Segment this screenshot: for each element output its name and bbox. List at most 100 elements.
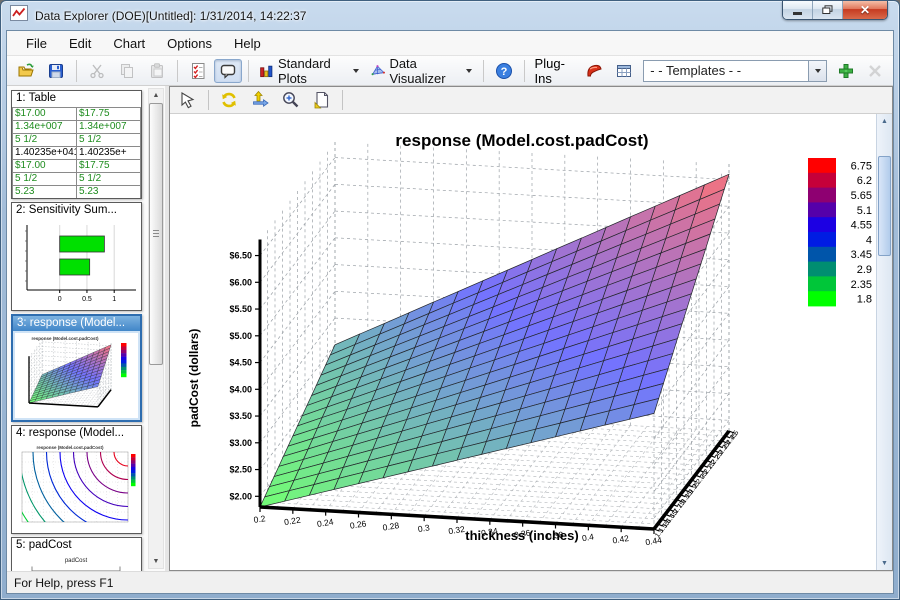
window-title: Data Explorer (DOE)[Untitled]: 1/31/2014… [35, 9, 306, 23]
plugin-window-icon [615, 62, 633, 80]
plugin-button[interactable] [580, 59, 608, 83]
validate-button[interactable] [184, 59, 212, 83]
scroll-up-icon[interactable]: ▲ [877, 114, 892, 128]
surface-plot-svg[interactable]: $2.00$2.50$3.00$3.50$4.00$4.50$5.00$5.50… [170, 116, 876, 568]
plugin-icon [585, 62, 603, 80]
pointer-tool-button[interactable] [175, 89, 201, 112]
thumbnail-card-sensitivity[interactable]: 2: Sensitivity Sum... 00.51 [11, 202, 142, 311]
templates-value: - - Templates - - [644, 63, 808, 78]
table-row: $17.00$17.75 [13, 108, 141, 121]
svg-text:0.26: 0.26 [349, 518, 367, 531]
data-visualizer-label: Data Visualizer [389, 56, 459, 86]
svg-text:0.24: 0.24 [316, 516, 334, 529]
menu-options[interactable]: Options [156, 33, 223, 54]
sidebar-scrollbar-thumb[interactable] [149, 103, 163, 365]
minimize-icon [793, 12, 802, 15]
table-row: 5 1/25 1/2 [13, 173, 141, 186]
svg-text:response (Model.cost.padCost): response (Model.cost.padCost) [31, 336, 99, 341]
cut-icon [88, 62, 106, 80]
plugin-window-button[interactable] [610, 59, 638, 83]
pan-tool-button[interactable] [247, 89, 273, 112]
zoom-tool-button[interactable] [278, 89, 304, 112]
scroll-up-icon[interactable]: ▲ [149, 89, 163, 102]
scroll-down-icon[interactable]: ▼ [877, 556, 892, 570]
close-icon: ✕ [860, 4, 870, 16]
validate-icon [189, 62, 207, 80]
svg-text:4.55: 4.55 [851, 220, 872, 232]
window-controls: ✕ [782, 1, 888, 20]
data-visualizer-button[interactable]: Data Visualizer [366, 59, 477, 83]
minimize-button[interactable] [783, 1, 813, 19]
svg-text:2.9: 2.9 [857, 264, 872, 276]
menu-help[interactable]: Help [223, 33, 272, 54]
restore-icon [822, 5, 833, 15]
x-axis-title: thickness (inches) [465, 528, 578, 543]
thumbnail-card-table[interactable]: 1: Table $17.00$17.751.34e+0071.34e+0075… [11, 90, 142, 199]
chart-list-sidebar: 1: Table $17.00$17.751.34e+0071.34e+0075… [7, 86, 165, 571]
thumbnail-card-response-contour[interactable]: 4: response (Model... response (Model.co… [11, 425, 142, 534]
svg-text:0.4: 0.4 [581, 531, 595, 543]
chart-panel: $2.00$2.50$3.00$3.50$4.00$4.50$5.00$5.50… [169, 86, 893, 571]
svg-text:$5.00: $5.00 [229, 331, 252, 341]
thumbnail-card-padcost[interactable]: 5: padCost padCost [11, 537, 142, 571]
paste-button[interactable] [143, 59, 171, 83]
toolbar-separator [524, 60, 525, 82]
help-icon: ? [495, 62, 513, 80]
close-button[interactable]: ✕ [843, 1, 887, 19]
rotate-tool-button[interactable] [216, 89, 242, 112]
title-bar[interactable]: Data Explorer (DOE)[Untitled]: 1/31/2014… [1, 1, 899, 30]
svg-text:$3.00: $3.00 [229, 438, 252, 448]
menu-file[interactable]: File [15, 33, 58, 54]
svg-text:5.65: 5.65 [851, 190, 872, 202]
table-row: 1.34e+0071.34e+007 [13, 121, 141, 134]
app-icon [10, 5, 28, 26]
menu-chart[interactable]: Chart [102, 33, 156, 54]
standard-plots-button[interactable]: Standard Plots [254, 59, 363, 83]
svg-text:2.35: 2.35 [851, 279, 872, 291]
save-button[interactable] [42, 59, 70, 83]
standard-plots-icon [259, 62, 274, 80]
svg-text:$4.50: $4.50 [229, 358, 252, 368]
table-row: $17.00$17.75 [13, 160, 141, 173]
toolbar-separator [76, 60, 77, 82]
cut-button[interactable] [83, 59, 111, 83]
table-row: 1.40235e+0411.40235e+ [13, 147, 141, 160]
copy-button[interactable] [113, 59, 141, 83]
svg-text:$2.00: $2.00 [229, 491, 252, 501]
copy-icon [118, 62, 136, 80]
restore-button[interactable] [813, 1, 843, 19]
add-template-button[interactable] [832, 59, 860, 83]
templates-dropdown-button[interactable] [808, 61, 826, 81]
plotbar-separator [342, 90, 343, 110]
help-button[interactable]: ? [490, 59, 518, 83]
svg-text:0.32: 0.32 [448, 524, 466, 537]
svg-text:4: 4 [866, 234, 872, 246]
svg-text:0.28: 0.28 [382, 520, 400, 533]
remove-template-button[interactable] [862, 59, 888, 83]
open-button[interactable] [12, 59, 40, 83]
comment-button[interactable] [214, 59, 242, 83]
chart-canvas[interactable]: $2.00$2.50$3.00$3.50$4.00$4.50$5.00$5.50… [170, 114, 892, 570]
chart-scrollbar-thumb[interactable] [878, 156, 891, 256]
menu-edit[interactable]: Edit [58, 33, 102, 54]
svg-text:6.2: 6.2 [857, 175, 872, 187]
surface-mesh [260, 174, 729, 507]
pointer-icon [178, 90, 198, 110]
paste-icon [148, 62, 166, 80]
svg-text:response (Model.cost.padCost): response (Model.cost.padCost) [36, 445, 104, 450]
scroll-down-icon[interactable]: ▼ [149, 555, 163, 568]
export-chart-button[interactable] [309, 89, 335, 112]
templates-combobox[interactable]: - - Templates - - [643, 60, 827, 82]
svg-text:$3.50: $3.50 [229, 411, 252, 421]
chart-title: response (Model.cost.padCost) [395, 131, 648, 150]
chart-vertical-scrollbar[interactable]: ▲ ▼ [876, 114, 892, 570]
sidebar-scrollbar[interactable]: ▲ ▼ [148, 88, 164, 569]
thumbnail-card-response-surface[interactable]: 3: response (Model... response (Model.co… [11, 314, 142, 422]
svg-text:3.45: 3.45 [851, 249, 872, 261]
mini-box-title: padCost [65, 558, 88, 564]
svg-text:6.75: 6.75 [851, 160, 872, 172]
toolbar-separator [483, 60, 484, 82]
svg-text:$6.00: $6.00 [229, 277, 252, 287]
status-text: For Help, press F1 [14, 576, 113, 590]
add-template-icon [837, 62, 855, 80]
